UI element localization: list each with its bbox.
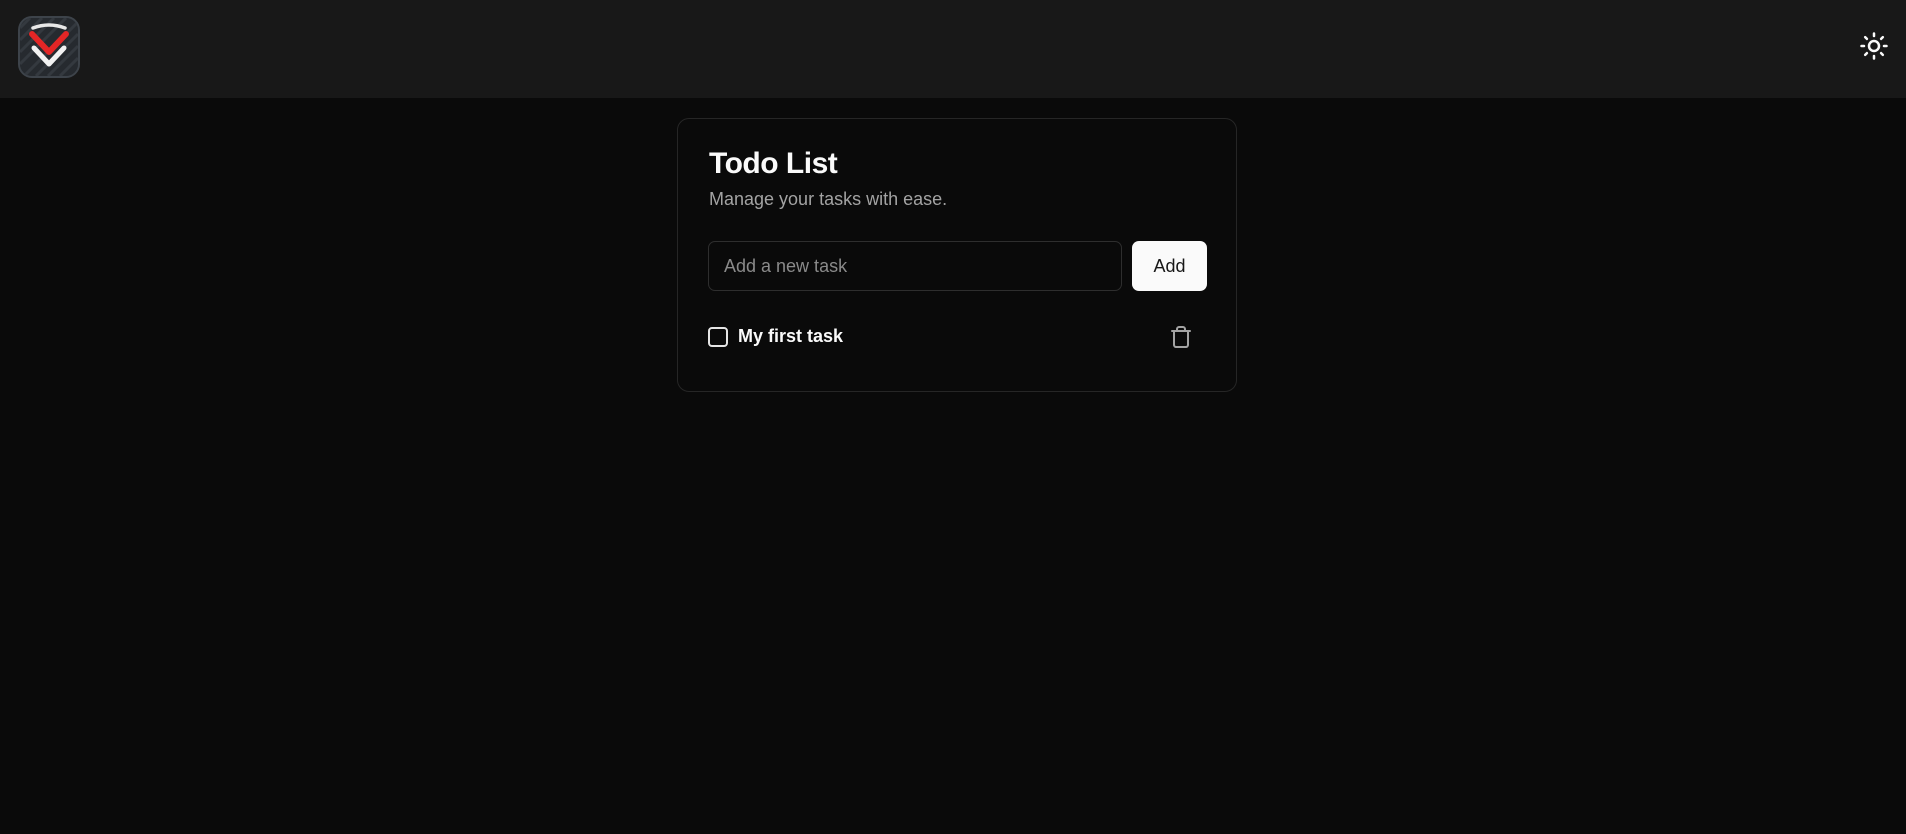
sun-icon [1860, 32, 1888, 60]
trash-icon [1171, 326, 1191, 348]
page-subtitle: Manage your tasks with ease. [709, 189, 948, 209]
page-title: Todo List [709, 147, 838, 180]
theme-toggle-button[interactable] [1856, 28, 1892, 64]
add-task-button[interactable]: Add [1132, 241, 1207, 291]
delete-task-button[interactable] [1166, 322, 1196, 352]
task-list-item: My first task [708, 319, 1208, 355]
top-bar [0, 0, 1906, 98]
app-logo[interactable] [18, 16, 80, 78]
todo-card: Todo List Manage your tasks with ease. A… [677, 118, 1237, 392]
task-checkbox[interactable] [708, 327, 728, 347]
checkmark-shield-logo-icon [20, 18, 78, 76]
task-label[interactable]: My first task [738, 326, 843, 347]
new-task-input[interactable] [708, 241, 1122, 291]
